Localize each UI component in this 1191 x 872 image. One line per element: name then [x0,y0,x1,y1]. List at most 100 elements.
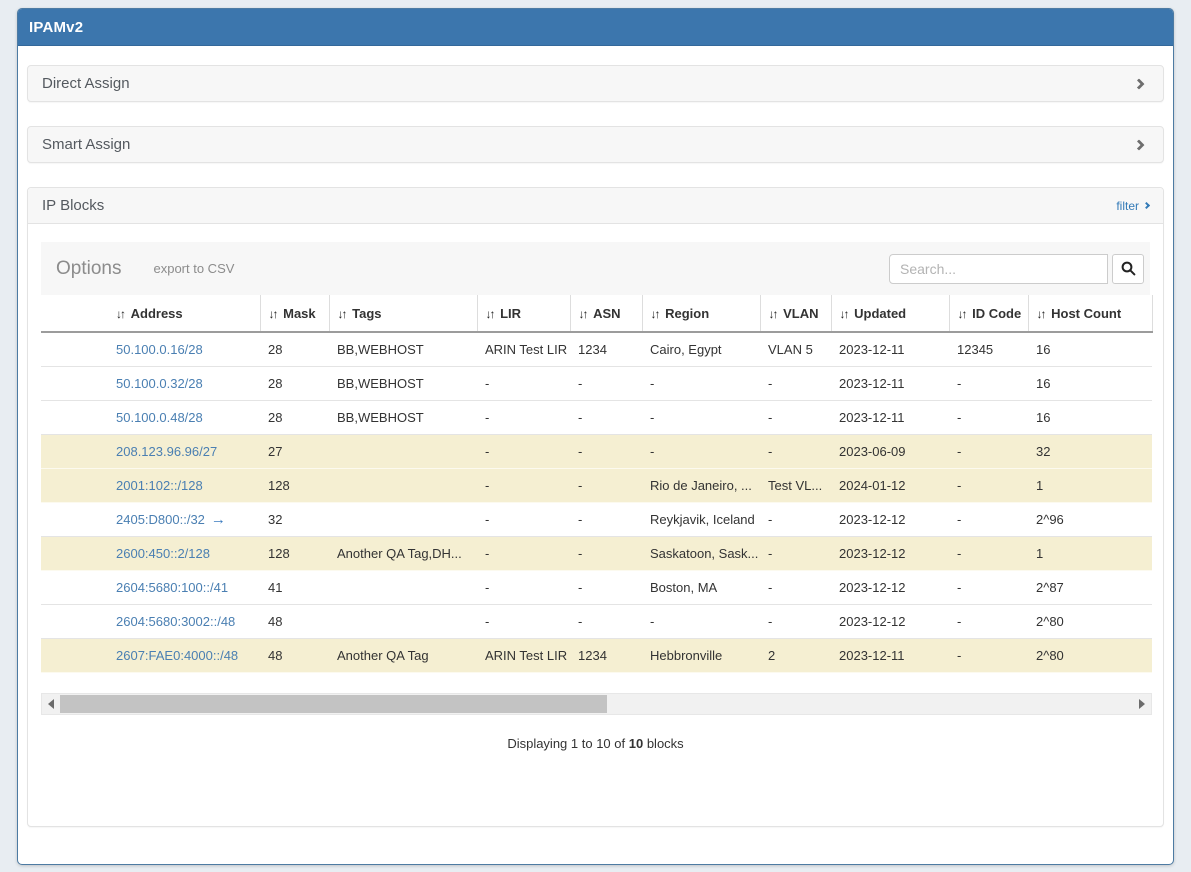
cell-address: 2604:5680:3002::/48 [108,604,260,638]
cell-mask: 27 [260,434,329,468]
cell-updated: 2023-12-12 [831,502,949,536]
summary-prefix: Displaying 1 to 10 of [507,736,625,751]
cell-address: 50.100.0.32/28 [108,366,260,400]
page-body: Direct Assign Smart Assign IP Blocks fil… [18,46,1173,846]
cell-tags [329,604,477,638]
address-link[interactable]: 2604:5680:3002::/48 [116,614,235,629]
cell-lir: ARIN Test LIR [477,332,570,366]
horizontal-scrollbar[interactable] [41,693,1152,715]
direct-assign-label: Direct Assign [42,75,130,92]
row-expand-cell [41,468,108,502]
column-header-id-code[interactable]: ↓↑ ID Code [949,295,1028,332]
cell-lir: - [477,536,570,570]
address-link[interactable]: 50.100.0.32/28 [116,376,203,391]
export-csv-link[interactable]: export to CSV [153,261,234,276]
cell-tags: BB,WEBHOST [329,366,477,400]
cell-host-count: 32 [1028,434,1152,468]
cell-lir: - [477,434,570,468]
column-header-address[interactable]: ↓↑ Address [108,295,260,332]
cell-vlan: - [760,604,831,638]
table-row: 2607:FAE0:4000::/4848Another QA TagARIN … [41,638,1152,672]
table-row: 50.100.0.48/2828BB,WEBHOST----2023-12-11… [41,400,1152,434]
table-row: 2604:5680:3002::/4848----2023-12-12-2^80 [41,604,1152,638]
cell-updated: 2023-12-11 [831,638,949,672]
address-link[interactable]: 50.100.0.48/28 [116,410,203,425]
cell-lir: - [477,502,570,536]
sort-icon: ↓↑ [769,307,777,321]
cell-lir: - [477,468,570,502]
cell-region: Rio de Janeiro, ... [642,468,760,502]
column-header-mask[interactable]: ↓↑ Mask [260,295,329,332]
address-link[interactable]: 208.123.96.96/27 [116,444,217,459]
cell-id-code: - [949,604,1028,638]
scroll-left-button[interactable] [42,694,60,714]
summary-total: 10 [629,736,643,751]
cell-updated: 2023-12-12 [831,570,949,604]
row-expand-cell [41,434,108,468]
chevron-right-icon [1133,139,1144,150]
cell-address: 2405:D800::/32→ [108,502,260,536]
panel-direct-assign[interactable]: Direct Assign [27,65,1164,102]
cell-region: - [642,400,760,434]
cell-region: - [642,604,760,638]
chevron-right-icon [1133,78,1144,89]
scrollbar-thumb[interactable] [60,695,607,713]
app-window: IPAMv2 Direct Assign Smart Assign IP Blo… [17,8,1174,865]
sort-icon: ↓↑ [579,307,587,321]
cell-host-count: 2^87 [1028,570,1152,604]
ip-blocks-table: ↓↑ Address↓↑ Mask↓↑ Tags↓↑ LIR↓↑ ASN↓↑ R… [41,295,1153,673]
cell-updated: 2023-12-11 [831,332,949,366]
cell-id-code: - [949,366,1028,400]
cell-address: 50.100.0.48/28 [108,400,260,434]
cell-asn: - [570,604,642,638]
cell-updated: 2023-12-11 [831,366,949,400]
app-title: IPAMv2 [29,19,83,36]
column-header-updated[interactable]: ↓↑ Updated [831,295,949,332]
cell-host-count: 16 [1028,400,1152,434]
cell-mask: 128 [260,536,329,570]
cell-address: 2604:5680:100::/41 [108,570,260,604]
cell-region: Reykjavik, Iceland [642,502,760,536]
summary-suffix: blocks [647,736,684,751]
address-link[interactable]: 2607:FAE0:4000::/48 [116,648,238,663]
chevron-right-icon [1143,202,1150,209]
address-link[interactable]: 2405:D800::/32 [116,512,205,527]
address-link[interactable]: 50.100.0.16/28 [116,342,203,357]
address-link[interactable]: 2001:102::/128 [116,478,203,493]
cell-id-code: - [949,400,1028,434]
column-header-region[interactable]: ↓↑ Region [642,295,760,332]
scroll-right-button[interactable] [1133,694,1151,714]
ip-blocks-title: IP Blocks [42,197,104,214]
cell-updated: 2024-01-12 [831,468,949,502]
table-row: 50.100.0.16/2828BB,WEBHOSTARIN Test LIR1… [41,332,1152,366]
cell-asn: - [570,536,642,570]
cell-asn: 1234 [570,638,642,672]
cell-vlan: - [760,570,831,604]
cell-lir: ARIN Test LIR [477,638,570,672]
ip-blocks-header: IP Blocks filter [28,188,1163,224]
cell-region: - [642,434,760,468]
cell-vlan: - [760,502,831,536]
cell-tags [329,434,477,468]
scrollbar-track[interactable] [60,694,1133,714]
column-header-asn[interactable]: ↓↑ ASN [570,295,642,332]
column-header-vlan[interactable]: ↓↑ VLAN [760,295,831,332]
column-header-host-count[interactable]: ↓↑ Host Count [1028,295,1152,332]
panel-smart-assign[interactable]: Smart Assign [27,126,1164,163]
search-input[interactable] [889,254,1108,284]
search-button[interactable] [1112,254,1144,284]
cell-lir: - [477,366,570,400]
cell-lir: - [477,570,570,604]
column-header-tags[interactable]: ↓↑ Tags [329,295,477,332]
cell-asn: - [570,366,642,400]
address-link[interactable]: 2604:5680:100::/41 [116,580,228,595]
cell-mask: 128 [260,468,329,502]
options-title: Options [56,258,121,280]
table-body: 50.100.0.16/2828BB,WEBHOSTARIN Test LIR1… [41,332,1152,672]
address-link[interactable]: 2600:450::2/128 [116,546,210,561]
table-header-row: ↓↑ Address↓↑ Mask↓↑ Tags↓↑ LIR↓↑ ASN↓↑ R… [41,295,1152,332]
filter-link[interactable]: filter [1116,199,1149,213]
column-header-lir[interactable]: ↓↑ LIR [477,295,570,332]
cell-region: Boston, MA [642,570,760,604]
sort-icon: ↓↑ [486,307,494,321]
